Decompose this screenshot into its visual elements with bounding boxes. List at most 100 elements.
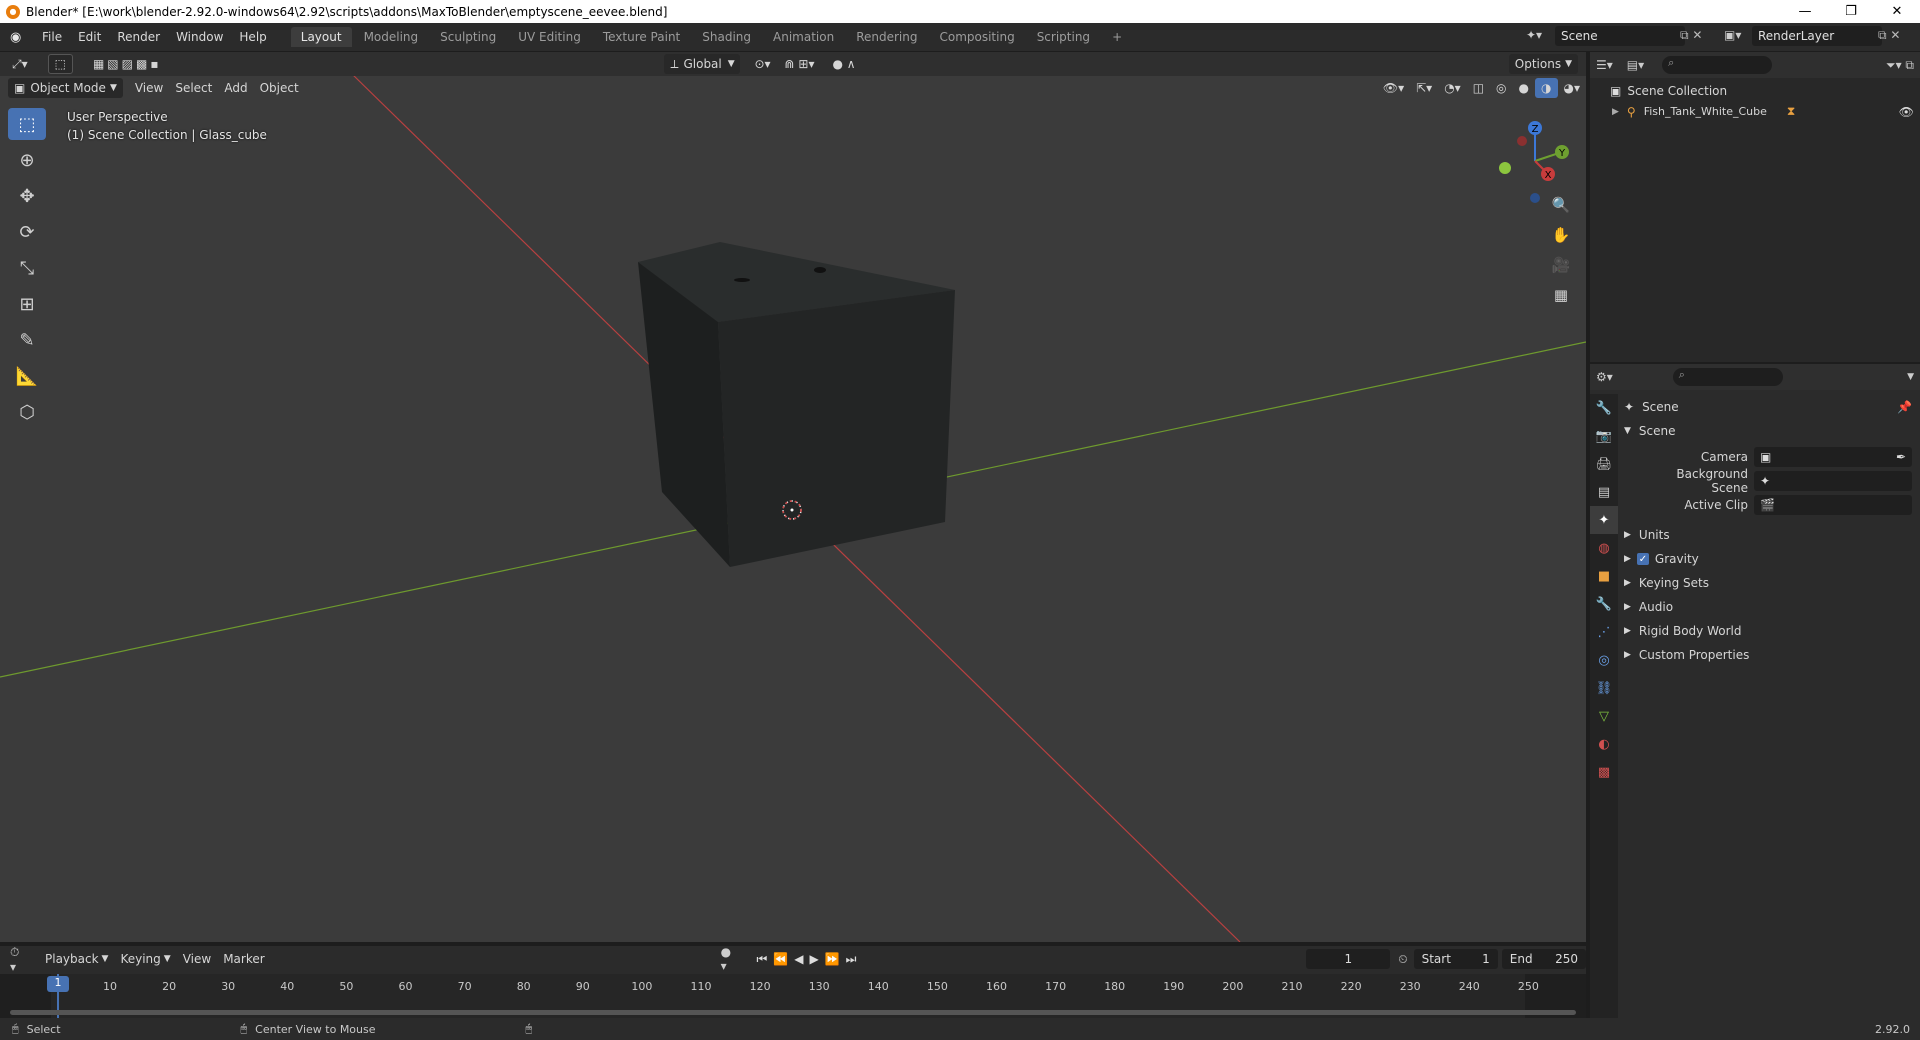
view-layer-selector[interactable]: RenderLayer: [1752, 26, 1882, 46]
workspace-tab-scripting[interactable]: Scripting: [1027, 27, 1100, 47]
menu-file[interactable]: File: [34, 30, 70, 44]
close-button[interactable]: ✕: [1874, 4, 1920, 19]
shading-rendered-icon[interactable]: ◕▾: [1558, 78, 1587, 98]
subpanel-audio[interactable]: ▶ Audio: [1624, 596, 1912, 618]
material-tab-icon[interactable]: ◐: [1590, 730, 1618, 758]
scene-selector[interactable]: Scene: [1555, 26, 1685, 46]
workspace-tab-animation[interactable]: Animation: [763, 27, 844, 47]
tool-tab-icon[interactable]: 🔧: [1590, 394, 1618, 422]
blender-logo-icon[interactable]: ◉: [10, 30, 28, 45]
view-layer-icon[interactable]: ▣▾: [1724, 28, 1741, 42]
workspace-tab-compositing[interactable]: Compositing: [929, 27, 1024, 47]
eyedropper-icon[interactable]: ✒: [1896, 450, 1906, 464]
chevron-down-icon[interactable]: ▼: [1907, 372, 1914, 382]
transform-orientation-select[interactable]: ⟂ Global ▼: [664, 54, 741, 74]
options-dropdown[interactable]: Options ▼: [1508, 54, 1578, 74]
view-layer-selector-value: RenderLayer: [1758, 29, 1835, 43]
gizmo-toggle-icon[interactable]: ⇱▾: [1410, 78, 1438, 98]
menu-window[interactable]: Window: [168, 30, 231, 44]
outliner-root-row[interactable]: ▣ Scene Collection: [1610, 84, 1727, 98]
filter-icon[interactable]: ⏷▾ ⧉: [1886, 58, 1914, 73]
scene-panel-header[interactable]: ▼ Scene: [1624, 420, 1912, 442]
select-mode-icons[interactable]: ▦▧▨▩▪: [87, 54, 167, 74]
pin-icon[interactable]: 📌: [1897, 400, 1912, 414]
move-tool-icon[interactable]: ✥: [8, 180, 46, 212]
outliner-search-input[interactable]: ⌕: [1662, 56, 1773, 74]
add-workspace-button[interactable]: +: [1102, 27, 1132, 47]
xray-toggle-icon[interactable]: ◫: [1467, 78, 1490, 98]
constraints-tab-icon[interactable]: ⛓: [1590, 674, 1618, 702]
cursor-tool-icon[interactable]: ⊕: [8, 144, 46, 176]
overlay-toggle-icon[interactable]: ◔▾: [1438, 78, 1467, 98]
properties-editor-icon[interactable]: ⚙▾: [1596, 370, 1613, 384]
zoom-icon[interactable]: 🔍: [1548, 192, 1574, 218]
subpanel-rigid-body-world[interactable]: ▶ Rigid Body World: [1624, 620, 1912, 642]
outliner-item-row[interactable]: ▶ ⚲ Fish_Tank_White_Cube ⧗ 👁: [1612, 104, 1914, 119]
select-box-tool-icon[interactable]: ⬚: [8, 108, 46, 140]
menu-edit[interactable]: Edit: [70, 30, 109, 44]
scene-tab-icon[interactable]: ✦: [1590, 506, 1618, 534]
data-tab-icon[interactable]: ▽: [1590, 702, 1618, 730]
snap-icon[interactable]: ⋒ ⊞▾: [779, 54, 821, 74]
visibility-icon[interactable]: 👁▾: [1377, 78, 1410, 98]
viewport-menu-object[interactable]: Object: [254, 78, 305, 98]
scene-type-icon[interactable]: ✦▾: [1526, 28, 1542, 42]
background-scene-field[interactable]: ✦: [1754, 471, 1912, 491]
physics-tab-icon[interactable]: ◎: [1590, 646, 1618, 674]
rotate-tool-icon[interactable]: ⟳: [8, 216, 46, 248]
camera-view-icon[interactable]: 🎥: [1548, 252, 1574, 278]
workspace-tab-shading[interactable]: Shading: [692, 27, 761, 47]
workspace-tab-sculpting[interactable]: Sculpting: [430, 27, 506, 47]
camera-field[interactable]: ▣ ✒: [1754, 447, 1912, 467]
maximize-button[interactable]: ❐: [1828, 4, 1874, 19]
tool-select-icon[interactable]: ⬚: [47, 54, 73, 74]
editor-type-icon[interactable]: ⤢▾: [6, 54, 34, 74]
transform-tool-icon[interactable]: ⊞: [8, 288, 46, 320]
measure-tool-icon[interactable]: 📐: [8, 360, 46, 392]
menu-render[interactable]: Render: [109, 30, 168, 44]
display-mode-icon[interactable]: ▤▾: [1627, 58, 1644, 72]
subpanel-custom-properties[interactable]: ▶ Custom Properties: [1624, 644, 1912, 666]
outliner-editor-icon[interactable]: ☰▾: [1596, 58, 1613, 72]
new-scene-icon[interactable]: ⧉ ✕: [1680, 28, 1702, 43]
modifier-tab-icon[interactable]: 🔧: [1590, 590, 1618, 618]
view-layer-tab-icon[interactable]: ▤: [1590, 478, 1618, 506]
workspace-tab-uv-editing[interactable]: UV Editing: [508, 27, 591, 47]
particles-tab-icon[interactable]: ⋰: [1590, 618, 1618, 646]
add-cube-tool-icon[interactable]: ⬡: [8, 396, 46, 428]
subpanel-keying-sets[interactable]: ▶ Keying Sets: [1624, 572, 1912, 594]
menu-help[interactable]: Help: [231, 30, 274, 44]
output-tab-icon[interactable]: 🖨: [1590, 450, 1618, 478]
minimize-button[interactable]: —: [1782, 4, 1828, 19]
active-clip-field[interactable]: 🎬: [1754, 495, 1912, 515]
3d-viewport[interactable]: ⤢▾ ⬚ ▦▧▨▩▪ ⟂ Global ▼ ⊙▾ ⋒ ⊞▾ ● ∧ Option…: [0, 52, 1586, 942]
proportional-edit-icon[interactable]: ● ∧: [826, 54, 861, 74]
subpanel-units[interactable]: ▶ Units: [1624, 524, 1912, 546]
gravity-checkbox[interactable]: ✓: [1636, 553, 1649, 565]
pivot-point-icon[interactable]: ⊙▾: [748, 54, 776, 74]
world-tab-icon[interactable]: ◍: [1590, 534, 1618, 562]
viewport-menu-select[interactable]: Select: [169, 78, 218, 98]
subpanel-gravity[interactable]: ▶ ✓ Gravity: [1624, 548, 1912, 570]
shading-material-icon[interactable]: ◑: [1535, 78, 1558, 98]
workspace-tab-rendering[interactable]: Rendering: [846, 27, 927, 47]
render-tab-icon[interactable]: 📷: [1590, 422, 1618, 450]
visibility-eye-icon[interactable]: 👁: [1899, 105, 1914, 119]
annotate-tool-icon[interactable]: ✎: [8, 324, 46, 356]
object-tab-icon[interactable]: ■: [1590, 562, 1618, 590]
properties-search-input[interactable]: ⌕: [1672, 368, 1783, 386]
scale-tool-icon[interactable]: ⤡: [8, 252, 46, 284]
new-view-layer-icon[interactable]: ⧉ ✕: [1878, 28, 1900, 43]
workspace-tab-layout[interactable]: Layout: [290, 27, 352, 47]
workspace-tab-texture-paint[interactable]: Texture Paint: [593, 27, 690, 47]
viewport-menu-view[interactable]: View: [129, 78, 169, 98]
shading-solid-icon[interactable]: ●: [1513, 78, 1535, 98]
texture-tab-icon[interactable]: ▩: [1590, 758, 1618, 786]
expand-arrow-icon[interactable]: ▶: [1612, 107, 1619, 117]
viewport-menu-add[interactable]: Add: [218, 78, 253, 98]
perspective-toggle-icon[interactable]: ▦: [1548, 282, 1574, 308]
shading-wireframe-icon[interactable]: ◎: [1490, 78, 1512, 98]
pan-hand-icon[interactable]: ✋: [1548, 222, 1574, 248]
mode-selector[interactable]: ▣ Object Mode ▼: [8, 78, 123, 98]
workspace-tab-modeling[interactable]: Modeling: [354, 27, 429, 47]
